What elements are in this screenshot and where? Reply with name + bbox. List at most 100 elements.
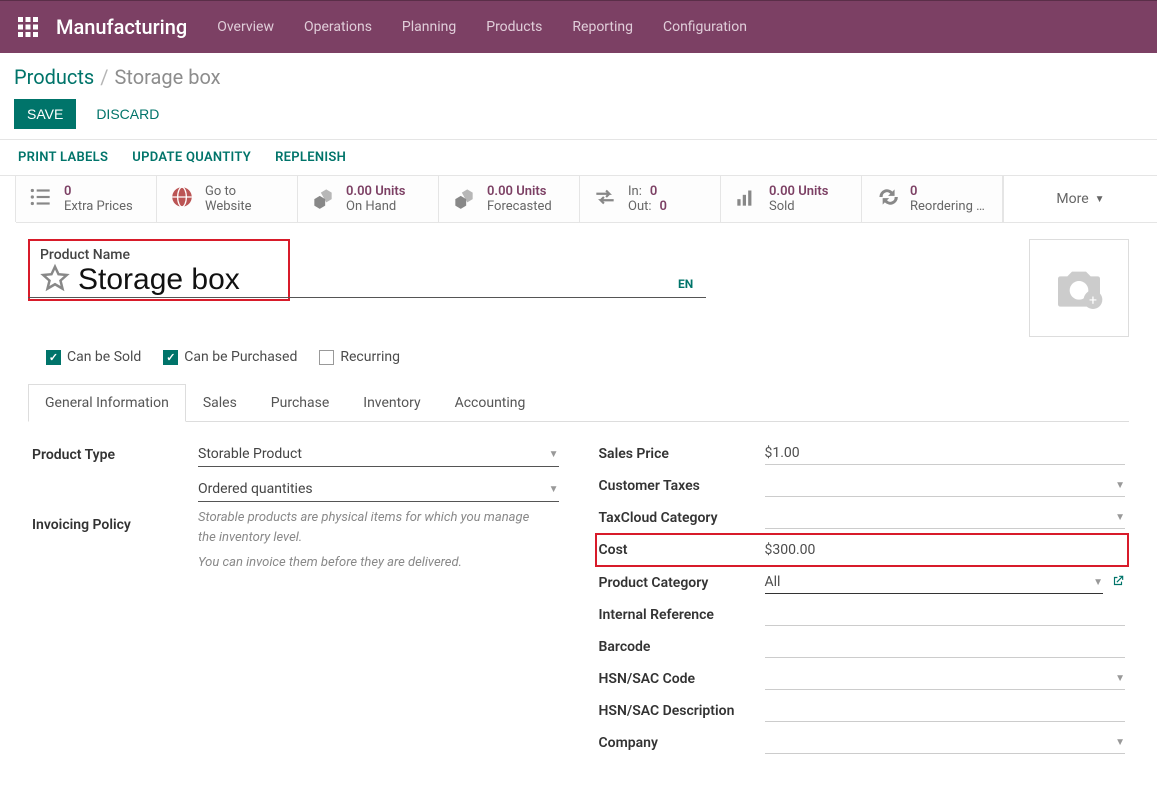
stat-out-value: 0	[660, 199, 667, 214]
stat-website-l2: Website	[205, 199, 252, 214]
stat-in-value: 0	[650, 184, 657, 199]
barcode-label: Barcode	[599, 639, 765, 655]
tab-accounting[interactable]: Accounting	[438, 384, 543, 422]
breadcrumb-current: Storage box	[115, 65, 221, 89]
stat-extra-prices[interactable]: 0Extra Prices	[15, 176, 157, 222]
company-select[interactable]: ▼	[765, 732, 1126, 754]
chevron-down-icon: ▼	[1095, 194, 1105, 205]
can-be-purchased-checkbox[interactable]: Can be Purchased	[163, 349, 297, 365]
breadcrumb: Products / Storage box	[14, 65, 1143, 89]
sub-actions: PRINT LABELS UPDATE QUANTITY REPLENISH	[0, 139, 1157, 176]
company-label: Company	[599, 735, 765, 751]
sales-price-label: Sales Price	[599, 446, 765, 462]
external-link-icon[interactable]	[1111, 574, 1125, 592]
internal-ref-input[interactable]	[765, 604, 1126, 626]
chevron-down-icon: ▼	[1115, 737, 1125, 748]
stat-website-l1: Go to	[205, 184, 252, 199]
cost-label: Cost	[599, 542, 765, 558]
invoicing-policy-label: Invoicing Policy	[32, 517, 198, 533]
stat-extra-prices-label: Extra Prices	[64, 199, 133, 214]
barcode-input[interactable]	[765, 636, 1126, 658]
menu-planning[interactable]: Planning	[402, 19, 456, 35]
boxes-icon	[310, 184, 336, 214]
product-name-field-highlight: Product Name	[28, 239, 290, 301]
tabs: General Information Sales Purchase Inven…	[28, 383, 1129, 422]
breadcrumb-root[interactable]: Products	[14, 65, 94, 89]
tab-inventory[interactable]: Inventory	[346, 384, 437, 422]
apps-icon[interactable]	[16, 15, 40, 39]
stat-reorder-label: Reordering …	[910, 199, 985, 214]
menu-overview[interactable]: Overview	[217, 19, 274, 35]
product-name-input[interactable]	[78, 263, 278, 297]
hsn-desc-label: HSN/SAC Description	[599, 703, 765, 719]
tab-sales[interactable]: Sales	[186, 384, 254, 422]
chevron-down-icon: ▼	[1115, 673, 1125, 684]
taxcloud-label: TaxCloud Category	[599, 510, 765, 526]
menu-configuration[interactable]: Configuration	[663, 19, 747, 35]
tab-general-info[interactable]: General Information	[28, 384, 186, 422]
globe-icon	[169, 184, 195, 214]
chevron-down-icon: ▼	[549, 484, 559, 495]
stat-more[interactable]: More ▼	[1003, 176, 1157, 222]
menu-reporting[interactable]: Reporting	[572, 19, 633, 35]
hsn-desc-input[interactable]	[765, 700, 1126, 722]
refresh-icon	[874, 184, 900, 214]
taxcloud-select[interactable]: ▼	[765, 507, 1126, 529]
stat-sold[interactable]: 0.00 UnitsSold	[720, 176, 862, 222]
chevron-down-icon: ▼	[549, 449, 559, 460]
print-labels-button[interactable]: PRINT LABELS	[18, 150, 108, 165]
menu-products[interactable]: Products	[486, 19, 542, 35]
product-image-placeholder[interactable]: +	[1029, 239, 1129, 337]
bars-icon	[733, 184, 759, 214]
stat-extra-prices-value: 0	[64, 184, 133, 199]
top-menu: Overview Operations Planning Products Re…	[217, 19, 747, 35]
breadcrumb-sep: /	[100, 65, 108, 89]
replenish-button[interactable]: REPLENISH	[275, 150, 346, 165]
stat-in-label: In:	[628, 184, 642, 199]
lang-badge[interactable]: EN	[678, 277, 693, 291]
internal-ref-label: Internal Reference	[599, 607, 765, 623]
cost-input[interactable]: $300.00	[765, 539, 1126, 561]
product-name-label: Product Name	[40, 247, 278, 263]
stat-sold-label: Sold	[769, 199, 828, 214]
product-type-select[interactable]: Storable Product▼	[198, 442, 559, 467]
star-icon[interactable]	[40, 263, 70, 297]
customer-taxes-select[interactable]: ▼	[765, 475, 1126, 497]
product-flags: Can be Sold Can be Purchased Recurring	[28, 337, 1129, 365]
save-button[interactable]: SAVE	[14, 99, 76, 129]
stat-in-out[interactable]: In:0 Out:0	[579, 176, 721, 222]
sales-price-input[interactable]: $1.00	[765, 442, 1126, 465]
update-quantity-button[interactable]: UPDATE QUANTITY	[132, 150, 251, 165]
stat-out-label: Out:	[628, 199, 652, 214]
hsn-code-input[interactable]: ▼	[765, 668, 1126, 690]
stat-forecast-value: 0.00 Units	[487, 184, 552, 199]
stat-onhand-label: On Hand	[346, 199, 405, 214]
menu-operations[interactable]: Operations	[304, 19, 372, 35]
app-title[interactable]: Manufacturing	[56, 15, 187, 39]
stat-on-hand[interactable]: 0.00 UnitsOn Hand	[297, 176, 439, 222]
chevron-down-icon: ▼	[1093, 577, 1103, 588]
stat-forecasted[interactable]: 0.00 UnitsForecasted	[438, 176, 580, 222]
stat-sold-value: 0.00 Units	[769, 184, 828, 199]
product-category-label: Product Category	[599, 575, 765, 591]
stat-more-label: More	[1056, 191, 1088, 207]
stat-onhand-value: 0.00 Units	[346, 184, 405, 199]
help-text-2: You can invoice them before they are del…	[198, 553, 559, 573]
tab-purchase[interactable]: Purchase	[254, 384, 346, 422]
customer-taxes-label: Customer Taxes	[599, 478, 765, 494]
invoicing-policy-select[interactable]: Ordered quantities▼	[198, 477, 559, 502]
help-text-1: Storable products are physical items for…	[198, 508, 559, 547]
discard-button[interactable]: DISCARD	[86, 99, 169, 129]
hsn-code-label: HSN/SAC Code	[599, 671, 765, 687]
stat-website[interactable]: Go toWebsite	[156, 176, 298, 222]
stat-reordering[interactable]: 0Reordering …	[861, 176, 1003, 222]
svg-text:+: +	[1089, 292, 1097, 308]
recurring-checkbox[interactable]: Recurring	[319, 349, 400, 365]
transfer-icon	[592, 184, 618, 214]
cost-field-highlight: Cost $300.00	[595, 533, 1130, 567]
product-category-select[interactable]: All▼	[765, 571, 1104, 594]
list-icon	[28, 184, 54, 214]
product-type-label: Product Type	[32, 447, 198, 463]
chevron-down-icon: ▼	[1115, 480, 1125, 491]
can-be-sold-checkbox[interactable]: Can be Sold	[46, 349, 141, 365]
